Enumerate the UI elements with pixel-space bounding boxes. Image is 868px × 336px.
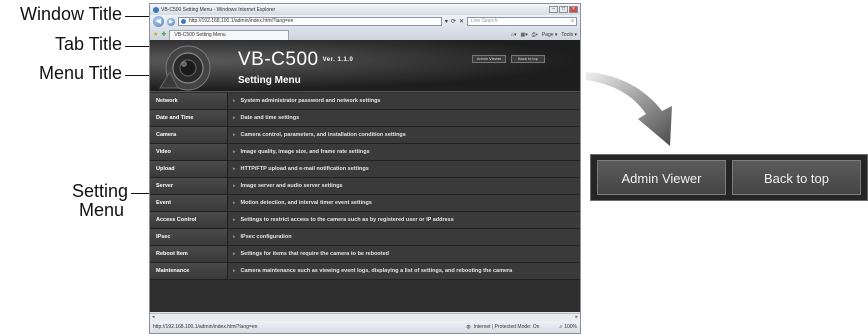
menu-item-name[interactable]: Video	[150, 144, 228, 160]
menu-row-maintenance[interactable]: MaintenanceCamera maintenance such as vi…	[150, 263, 580, 280]
zoom-level[interactable]: 100%	[564, 324, 577, 330]
menu-item-name[interactable]: Upload	[150, 161, 228, 177]
zoomed-admin-viewer-button[interactable]: Admin Viewer	[597, 160, 726, 195]
menu-item-desc[interactable]: IPsec configuration	[228, 229, 580, 245]
menu-item-desc[interactable]: Date and time settings	[228, 110, 580, 126]
back-to-top-button[interactable]: Back to top	[511, 55, 545, 63]
menu-item-desc[interactable]: Camera control, parameters, and installa…	[228, 127, 580, 143]
menu-item-desc[interactable]: Image server and audio server settings	[228, 178, 580, 194]
favorites-star-icon[interactable]: ★	[153, 30, 158, 40]
callout-setting-menu: Setting Menu	[4, 182, 128, 220]
status-bar: http://192.168.100.1/admin/index.html?la…	[150, 321, 580, 333]
browser-tab[interactable]: VB-C500 Setting Menu	[169, 30, 290, 40]
command-bar: ⌂▾ ▦▾ ⎙▾ Page ▾ Tools ▾	[511, 30, 577, 40]
scroll-left-icon[interactable]: ◂	[152, 314, 155, 320]
callout-window-title: Window Title	[19, 4, 122, 24]
menu-row-server[interactable]: ServerImage server and audio server sett…	[150, 178, 580, 195]
tab-row: ★ ✚ VB-C500 Setting Menu ⌂▾ ▦▾ ⎙▾ Page ▾…	[150, 28, 580, 40]
menu-row-event[interactable]: EventMotion detection, and interval time…	[150, 195, 580, 212]
camera-lens-icon	[159, 45, 211, 91]
setting-menu: NetworkSystem administrator password and…	[150, 92, 580, 280]
menu-item-name[interactable]: Reboot Item	[150, 246, 228, 262]
menu-item-desc[interactable]: System administrator password and networ…	[228, 93, 580, 109]
page-content: VB-C500 Ver. 1.1.0 Setting Menu Admin Vie…	[150, 40, 580, 312]
horizontal-scrollbar[interactable]: ◂ ▸	[150, 313, 580, 321]
menu-item-name[interactable]: Network	[150, 93, 228, 109]
menu-item-desc[interactable]: Settings to restrict access to the camer…	[228, 212, 580, 228]
refresh-icon[interactable]: ⟳	[451, 18, 456, 25]
arrow-icon	[586, 72, 672, 146]
address-row: ◀ ▶ http://192.168.100.1/admin/index.htm…	[150, 15, 580, 28]
menu-item-desc[interactable]: Motion detection, and interval timer eve…	[228, 195, 580, 211]
menu-row-camera[interactable]: CameraCamera control, parameters, and in…	[150, 127, 580, 144]
zoomed-back-to-top-button[interactable]: Back to top	[732, 160, 861, 195]
globe-icon: ◍	[466, 324, 471, 330]
add-favorites-icon[interactable]: ✚	[161, 30, 166, 40]
menu-row-upload[interactable]: UploadHTTP/FTP upload and e-mail notific…	[150, 161, 580, 178]
status-zone: Internet | Protected Mode: On	[473, 324, 540, 330]
callout-setting-menu-line2: Menu	[78, 200, 124, 220]
menu-item-desc[interactable]: HTTP/FTP upload and e-mail notification …	[228, 161, 580, 177]
figure: Window Title Tab Title Menu Title Settin…	[0, 0, 868, 336]
zoomed-buttons-panel: Admin Viewer Back to top	[590, 154, 868, 201]
search-icon[interactable]: ⌕	[571, 18, 574, 25]
callout-tab-title: Tab Title	[54, 34, 122, 54]
tools-menu[interactable]: Tools ▾	[561, 30, 577, 40]
zoom-icon[interactable]: ⌕	[559, 324, 562, 330]
menu-item-desc[interactable]: Camera maintenance such as viewing event…	[228, 263, 580, 279]
forward-button[interactable]: ▶	[167, 17, 175, 26]
menu-item-name[interactable]: Date and Time	[150, 110, 228, 126]
minimize-button[interactable]: –	[549, 6, 558, 13]
menu-title: Setting Menu	[238, 75, 301, 86]
callout-menu-title: Menu Title	[38, 63, 122, 83]
menu-item-name[interactable]: Event	[150, 195, 228, 211]
menu-row-access-control[interactable]: Access ControlSettings to restrict acces…	[150, 212, 580, 229]
live-search-placeholder: Live Search	[471, 18, 498, 24]
live-search-input[interactable]: Live Search ⌕	[467, 17, 577, 26]
feeds-icon[interactable]: ▦▾	[521, 30, 528, 40]
menu-row-network[interactable]: NetworkSystem administrator password and…	[150, 93, 580, 110]
page-menu[interactable]: Page ▾	[542, 30, 558, 40]
menu-row-date-and-time[interactable]: Date and TimeDate and time settings	[150, 110, 580, 127]
browser-window: VB-C500 Setting Menu - Windows Internet …	[149, 3, 581, 334]
window-title: VB-C500 Setting Menu - Windows Internet …	[161, 6, 276, 13]
page-icon	[181, 19, 186, 24]
dropdown-icon[interactable]: ▾	[445, 18, 448, 25]
menu-row-reboot-item[interactable]: Reboot ItemSettings for items that requi…	[150, 246, 580, 263]
window-title-bar: VB-C500 Setting Menu - Windows Internet …	[150, 4, 580, 15]
menu-row-video[interactable]: VideoImage quality, image size, and fram…	[150, 144, 580, 161]
menu-item-name[interactable]: Camera	[150, 127, 228, 143]
product-name: VB-C500	[238, 49, 319, 70]
menu-item-desc[interactable]: Image quality, image size, and frame rat…	[228, 144, 580, 160]
stop-icon[interactable]: ✕	[459, 18, 464, 25]
page-header: VB-C500 Ver. 1.1.0 Setting Menu Admin Vie…	[150, 40, 580, 92]
scroll-right-icon[interactable]: ▸	[575, 314, 578, 321]
address-tools: ▾ ⟳ ✕	[445, 18, 464, 25]
ie-icon	[153, 6, 159, 13]
menu-item-name[interactable]: IPsec	[150, 229, 228, 245]
callout-setting-menu-line1: Setting	[71, 181, 128, 201]
admin-viewer-button[interactable]: Admin Viewer	[472, 55, 506, 63]
menu-item-desc[interactable]: Settings for items that require the came…	[228, 246, 580, 262]
close-button[interactable]: ×	[569, 6, 578, 13]
menu-item-name[interactable]: Maintenance	[150, 263, 228, 279]
maximize-button[interactable]: □	[559, 6, 568, 13]
window-controls: – □ ×	[549, 6, 578, 13]
tab-title: VB-C500 Setting Menu	[174, 32, 226, 38]
menu-item-name[interactable]: Server	[150, 178, 228, 194]
callout-line-setting-menu	[131, 193, 149, 194]
product-title: VB-C500 Ver. 1.1.0	[238, 49, 353, 71]
address-bar[interactable]: http://192.168.100.1/admin/index.html?la…	[178, 17, 442, 26]
address-text: http://192.168.100.1/admin/index.html?la…	[189, 18, 294, 24]
menu-row-ipsec[interactable]: IPsecIPsec configuration	[150, 229, 580, 246]
status-url: http://192.168.100.1/admin/index.html?la…	[153, 324, 258, 330]
home-icon[interactable]: ⌂▾	[511, 30, 517, 40]
callout-line-menu-title	[125, 75, 149, 76]
product-version: Ver. 1.1.0	[322, 56, 354, 63]
back-button[interactable]: ◀	[153, 16, 164, 27]
print-icon[interactable]: ⎙▾	[532, 30, 538, 40]
menu-item-name[interactable]: Access Control	[150, 212, 228, 228]
